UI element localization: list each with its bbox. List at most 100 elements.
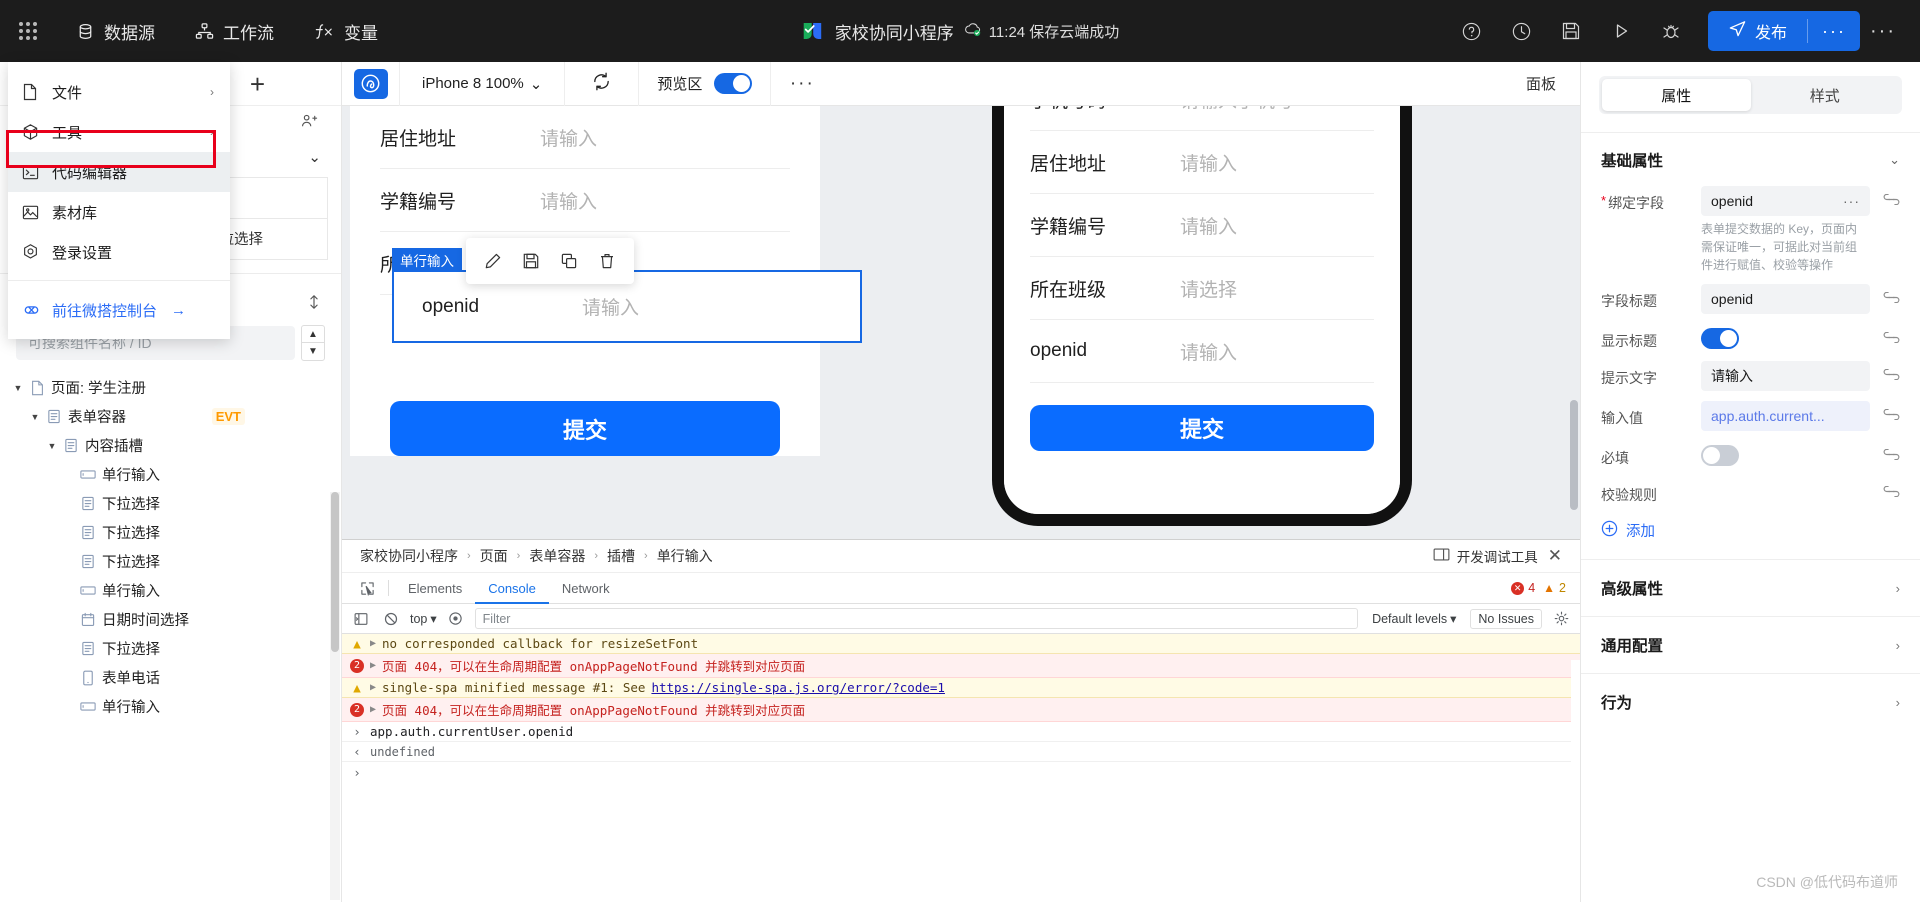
section-behavior[interactable]: 行为 › [1581, 673, 1920, 730]
canvas-more-button[interactable]: ··· [771, 62, 833, 106]
menu-goto-console-link[interactable]: 前往微搭控制台 → [8, 289, 230, 331]
link-icon[interactable] [1880, 441, 1902, 460]
topbar-more-button[interactable]: ··· [1860, 0, 1906, 62]
breadcrumb-item[interactable]: 页面 [480, 546, 508, 566]
more-dots-icon[interactable]: ··· [1843, 193, 1860, 209]
field-title-input[interactable]: openid [1701, 284, 1870, 314]
add-validation-rule-button[interactable]: 添加 [1581, 510, 1920, 545]
menu-item-asset-library[interactable]: 素材库 [8, 192, 230, 232]
close-icon[interactable]: ✕ [1548, 546, 1562, 566]
bind-key-input[interactable]: openid ··· [1701, 186, 1870, 216]
refresh-button[interactable] [565, 61, 640, 106]
link-icon[interactable] [1880, 324, 1902, 343]
tree-node[interactable]: ▼ 内容插槽 [0, 431, 341, 460]
tree-node[interactable]: 下拉选择 [0, 489, 341, 518]
tree-node[interactable]: ▼ 页面: 学生注册 [0, 373, 341, 402]
console-levels-selector[interactable]: Default levels ▾ [1366, 611, 1462, 627]
menu-item-code-editor[interactable]: 代码编辑器 [8, 152, 230, 192]
show-title-toggle[interactable] [1701, 328, 1739, 349]
input-prompt-icon[interactable]: › [350, 765, 364, 780]
console-context-selector[interactable]: top ▾ [410, 611, 437, 627]
edit-pencil-icon[interactable] [474, 238, 512, 284]
clear-console-icon[interactable] [380, 608, 402, 630]
left-panel-scrollbar[interactable] [330, 492, 340, 900]
history-icon[interactable] [1496, 0, 1546, 62]
sort-icon[interactable] [307, 294, 321, 312]
warning-counter[interactable]: ▲ 2 [1543, 581, 1566, 595]
tab-network[interactable]: Network [549, 573, 623, 604]
tree-node[interactable]: 单行输入 [0, 460, 341, 489]
required-toggle[interactable] [1701, 445, 1739, 466]
preview-run-icon[interactable] [1596, 0, 1646, 62]
form-row[interactable]: 居住地址 请输入 [380, 106, 790, 169]
menu-item-tools[interactable]: 工具 › [8, 112, 230, 152]
expand-arrow-icon[interactable]: ▶ [370, 704, 376, 715]
panel-button[interactable]: 面板 [1526, 73, 1580, 94]
components-group-icon[interactable] [300, 112, 319, 136]
debug-bug-icon[interactable] [1646, 0, 1696, 62]
apps-grid-icon[interactable] [0, 22, 56, 40]
selected-component-tag[interactable]: 单行输入 [392, 248, 462, 271]
expand-arrow-icon[interactable]: ▶ [370, 682, 376, 693]
caret-expand-icon[interactable]: ▼ [44, 441, 60, 451]
placeholder-input[interactable]: 请输入 [1701, 361, 1870, 391]
add-component-button[interactable]: + [250, 71, 325, 97]
console-scrollbar[interactable] [1571, 660, 1580, 902]
publish-more-button[interactable]: ··· [1808, 11, 1860, 51]
menu-item-file[interactable]: 文件 › [8, 72, 230, 112]
device-selector[interactable]: iPhone 8 100% ⌄ [400, 61, 566, 106]
expand-arrow-icon[interactable]: ▶ [370, 660, 376, 671]
form-row[interactable]: 学籍编号 请输入 [380, 169, 790, 232]
tree-node[interactable]: 单行输入 [0, 576, 341, 605]
menu-item-login-settings[interactable]: 登录设置 [8, 232, 230, 272]
expand-arrow-icon[interactable]: ▶ [370, 638, 376, 649]
inspect-cursor-icon[interactable] [352, 573, 382, 604]
help-icon[interactable] [1446, 0, 1496, 62]
link-icon[interactable] [1880, 186, 1902, 205]
caret-expand-icon[interactable]: ▼ [10, 383, 26, 393]
section-advanced-properties[interactable]: 高级属性 › [1581, 559, 1920, 616]
delete-trash-icon[interactable] [588, 238, 626, 284]
eye-icon[interactable] [445, 608, 467, 630]
console-sidebar-icon[interactable] [350, 608, 372, 630]
link-icon[interactable] [1880, 361, 1902, 380]
input-value-expression[interactable]: app.auth.current... [1701, 401, 1870, 431]
section-basic-properties[interactable]: 基础属性 ⌄ [1581, 132, 1920, 181]
tree-node[interactable]: 下拉选择 [0, 518, 341, 547]
link-icon[interactable] [1880, 478, 1902, 497]
error-counter[interactable]: ✕ 4 [1511, 581, 1536, 595]
section-general-config[interactable]: 通用配置 › [1581, 616, 1920, 673]
tab-console[interactable]: Console [475, 573, 549, 604]
issue-counters[interactable]: ✕ 4 ▲ 2 [1511, 581, 1580, 595]
tree-node[interactable]: ▼ 表单容器 EVT [0, 402, 341, 431]
nav-datasource[interactable]: 数据源 [56, 0, 175, 62]
caret-expand-icon[interactable]: ▼ [27, 412, 43, 422]
devtools-title-group[interactable]: 开发调试工具 [1433, 546, 1538, 566]
wechat-mini-icon-cell[interactable] [342, 61, 400, 106]
copy-icon[interactable] [550, 238, 588, 284]
save-icon[interactable] [1546, 0, 1596, 62]
link-icon[interactable] [1880, 401, 1902, 420]
preview-toggle[interactable] [714, 73, 753, 94]
console-filter-input[interactable]: Filter [474, 608, 1359, 629]
tree-node[interactable]: 单行输入 [0, 692, 341, 721]
tab-properties[interactable]: 属性 [1602, 79, 1751, 111]
console-message-link[interactable]: https://single-spa.js.org/error/?code=1 [651, 680, 945, 695]
nav-workflow[interactable]: 工作流 [175, 0, 294, 62]
tab-styles[interactable]: 样式 [1751, 79, 1900, 111]
chevron-down-icon[interactable]: ⌄ [308, 148, 321, 166]
publish-button[interactable]: 发布 [1708, 11, 1807, 51]
canvas-scrollbar[interactable] [1570, 110, 1578, 530]
no-issues-button[interactable]: No Issues [1470, 608, 1542, 629]
breadcrumb-item[interactable]: 单行输入 [657, 546, 713, 566]
tree-node[interactable]: 日期时间选择 [0, 605, 341, 634]
tree-node[interactable]: 下拉选择 [0, 547, 341, 576]
breadcrumb-item[interactable]: 插槽 [607, 546, 635, 566]
breadcrumb-item[interactable]: 表单容器 [529, 546, 585, 566]
link-icon[interactable] [1880, 284, 1902, 303]
submit-button[interactable]: 提交 [390, 401, 780, 456]
nav-variable[interactable]: 变量 [294, 0, 398, 62]
breadcrumb-item[interactable]: 家校协同小程序 [360, 546, 458, 566]
tab-elements[interactable]: Elements [395, 573, 475, 604]
chevron-down-icon[interactable]: ⌄ [1889, 152, 1900, 168]
